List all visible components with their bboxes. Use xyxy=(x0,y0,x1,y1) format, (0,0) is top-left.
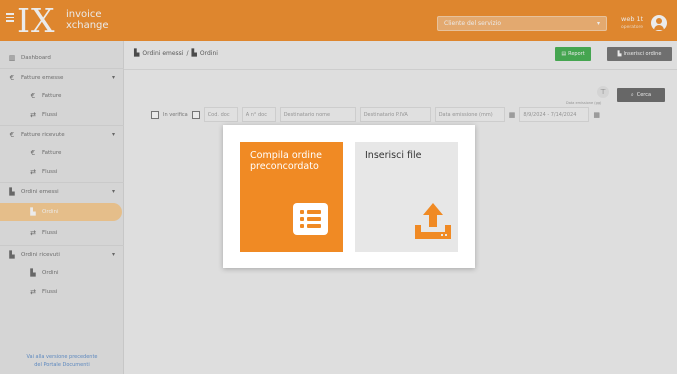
upload-icon xyxy=(415,203,451,239)
compile-order-title: Compila ordine preconcordato xyxy=(250,150,322,172)
list-icon xyxy=(293,203,328,235)
insert-file-title: Inserisci file xyxy=(365,150,422,161)
compile-order-option[interactable]: Compila ordine preconcordato xyxy=(240,142,343,252)
insert-file-option[interactable]: Inserisci file xyxy=(355,142,458,252)
new-order-modal: Compila ordine preconcordato Inserisci f… xyxy=(223,125,475,268)
